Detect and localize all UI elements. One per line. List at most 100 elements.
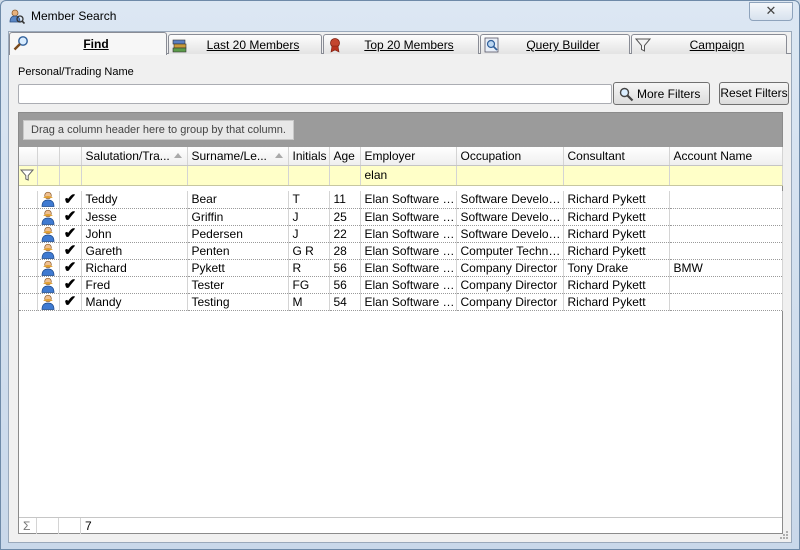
table-row[interactable]: ✔ Richard Pykett R 56 Elan Software S... Compa…: [19, 259, 783, 277]
cell-employer: Elan Software S...: [360, 259, 457, 277]
check-icon: ✔: [63, 276, 77, 293]
member-person-icon: [41, 243, 55, 258]
member-person-icon: [41, 192, 55, 207]
filter-cell-initials[interactable]: [288, 165, 330, 186]
status-cell: ✔: [59, 259, 82, 277]
tab-find[interactable]: Find: [9, 32, 167, 55]
group-by-panel[interactable]: Drag a column header here to group by th…: [19, 113, 782, 147]
summary-footer: Σ 7: [19, 517, 782, 534]
status-column-header: [59, 147, 82, 166]
filter-row-marker: [19, 165, 38, 186]
member-type-cell: [37, 276, 60, 294]
cell-surname: Griffin: [187, 208, 289, 226]
cell-account-name: [669, 242, 783, 260]
cell-salutation: Gareth: [81, 242, 188, 260]
filter-cell-consultant[interactable]: [563, 165, 670, 186]
column-header-occupation[interactable]: Occupation: [456, 147, 564, 166]
filter-cell-salutation[interactable]: [81, 165, 188, 186]
cell-consultant: Richard Pykett: [563, 225, 670, 243]
cell-salutation: John: [81, 225, 188, 243]
column-header-age[interactable]: Age: [329, 147, 361, 166]
table-row[interactable]: ✔ Gareth Penten G R 28 Elan Software S... Comp…: [19, 242, 783, 260]
row-selector[interactable]: [19, 242, 38, 260]
cell-account-name: [669, 191, 783, 209]
check-icon: ✔: [63, 293, 77, 310]
cell-surname: Tester: [187, 276, 289, 294]
name-search-input[interactable]: [18, 84, 612, 104]
row-selector[interactable]: [19, 191, 38, 209]
cell-consultant: Richard Pykett: [563, 208, 670, 226]
row-selector[interactable]: [19, 276, 38, 294]
title-bar[interactable]: Member Search ✕: [1, 1, 799, 31]
reset-filters-button[interactable]: Reset Filters: [719, 82, 789, 105]
sort-asc-icon: [274, 153, 283, 158]
cell-initials: T: [288, 191, 330, 209]
cell-initials: FG: [288, 276, 330, 294]
client-area: Find Last 20 Members Top 20 Members Quer…: [8, 31, 792, 543]
funnel-icon: [635, 38, 651, 52]
more-filters-button[interactable]: More Filters: [613, 82, 710, 105]
member-person-icon: [41, 209, 55, 224]
tab-query-builder[interactable]: Query Builder: [480, 34, 630, 54]
sort-asc-icon: [173, 153, 182, 158]
table-row[interactable]: ✔ Jesse Griffin J 25 Elan Software S... Softwa…: [19, 208, 783, 226]
cell-salutation: Jesse: [81, 208, 188, 226]
member-search-window: Member Search ✕ Find Last 20 Members Top…: [0, 0, 800, 550]
check-icon: ✔: [63, 259, 77, 276]
check-icon: ✔: [63, 242, 77, 259]
column-header-account-name[interactable]: Account Name: [669, 147, 783, 166]
cell-account-name: [669, 276, 783, 294]
cell-occupation: Software Developer: [456, 191, 564, 209]
table-row[interactable]: ✔ Teddy Bear T 11 Elan Software S... Software …: [19, 191, 783, 209]
row-selector[interactable]: [19, 293, 38, 311]
cell-initials: J: [288, 208, 330, 226]
column-header-surname[interactable]: Surname/Le...: [187, 147, 289, 166]
group-by-hint: Drag a column header here to group by th…: [23, 120, 294, 140]
cell-employer: Elan Software S...: [360, 225, 457, 243]
members-grid: Drag a column header here to group by th…: [18, 112, 783, 534]
member-type-cell: [37, 208, 60, 226]
magnifier-icon: [619, 87, 634, 102]
tab-top-20-members[interactable]: Top 20 Members: [323, 34, 479, 54]
tab-last-20-members[interactable]: Last 20 Members: [168, 34, 322, 54]
cell-age: 22: [329, 225, 361, 243]
filter-row: elan: [19, 165, 783, 186]
column-header-salutation[interactable]: Salutation/Tra...: [81, 147, 188, 166]
filter-cell-surname[interactable]: [187, 165, 289, 186]
cell-consultant: Richard Pykett: [563, 293, 670, 311]
row-selector[interactable]: [19, 259, 38, 277]
member-person-icon: [41, 226, 55, 241]
row-count: 7: [85, 519, 92, 533]
column-header-consultant[interactable]: Consultant: [563, 147, 670, 166]
column-header-employer[interactable]: Employer: [360, 147, 457, 166]
members-table: Salutation/Tra... Surname/Le... Initials…: [19, 147, 783, 311]
table-row[interactable]: ✔ John Pedersen J 22 Elan Software S... Softwa…: [19, 225, 783, 243]
close-button[interactable]: ✕: [749, 2, 793, 21]
cell-occupation: Company Director: [456, 259, 564, 277]
cell-employer: Elan Software S...: [360, 191, 457, 209]
member-type-cell: [37, 191, 60, 209]
column-header-initials[interactable]: Initials: [288, 147, 330, 166]
filter-cell[interactable]: [37, 165, 60, 186]
tab-campaign[interactable]: Campaign: [631, 34, 787, 54]
resize-grip-icon[interactable]: [779, 530, 789, 540]
cell-surname: Pykett: [187, 259, 289, 277]
member-search-app-icon: [9, 9, 25, 24]
filter-cell[interactable]: [59, 165, 82, 186]
table-row[interactable]: ✔ Mandy Testing M 54 Elan Software S... Compan…: [19, 293, 783, 311]
row-selector[interactable]: [19, 208, 38, 226]
filter-cell-age[interactable]: [329, 165, 361, 186]
row-selector[interactable]: [19, 225, 38, 243]
cell-surname: Bear: [187, 191, 289, 209]
cell-age: 28: [329, 242, 361, 260]
check-icon: ✔: [63, 191, 77, 208]
filter-cell-account-name[interactable]: [669, 165, 783, 186]
filter-cell-employer[interactable]: elan: [360, 165, 457, 186]
books-icon: [172, 39, 187, 53]
cell-initials: M: [288, 293, 330, 311]
cell-salutation: Fred: [81, 276, 188, 294]
table-row[interactable]: ✔ Fred Tester FG 56 Elan Software S... Company…: [19, 276, 783, 294]
award-icon: [330, 38, 340, 53]
filter-cell-occupation[interactable]: [456, 165, 564, 186]
search-icon: [13, 36, 28, 51]
